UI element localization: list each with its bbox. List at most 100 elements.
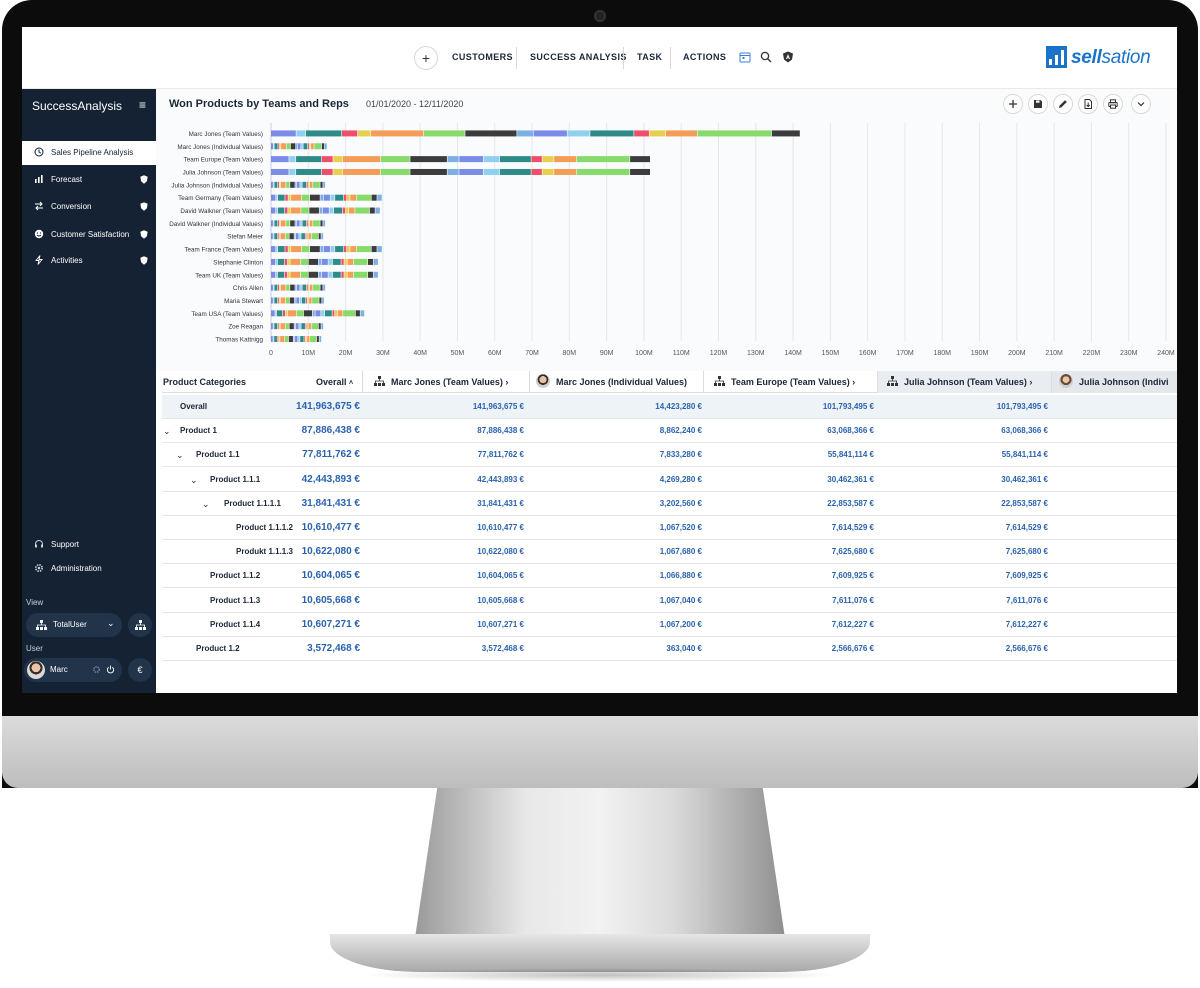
- main-content: Won Products by Teams and Reps 01/01/202…: [156, 89, 1177, 693]
- user-switcher[interactable]: Marc: [24, 658, 122, 682]
- bar-segment: [321, 233, 324, 240]
- bar-segment: [280, 336, 285, 343]
- edit-button[interactable]: [1053, 94, 1073, 114]
- bar-segment: [298, 336, 300, 343]
- avatar: [536, 374, 550, 388]
- print-button[interactable]: [1103, 94, 1123, 114]
- chevron-down-icon[interactable]: ⌄: [190, 468, 198, 492]
- currency-button[interactable]: €: [128, 658, 152, 682]
- export-button[interactable]: [1078, 94, 1098, 114]
- cell-value: 7,614,529 €: [1005, 523, 1048, 532]
- bar-segment: [322, 207, 329, 214]
- nav-separator: [670, 47, 671, 69]
- overall-value: 10,610,477 €: [301, 522, 360, 533]
- cell-value: 7,609,925 €: [831, 571, 874, 581]
- header-julia-johnson-team[interactable]: Julia Johnson (Team Values) ›: [878, 371, 1051, 393]
- sidebar-item-conversion[interactable]: Conversion: [22, 195, 156, 219]
- bar-segment: [323, 284, 326, 291]
- bar-segment: [341, 271, 344, 278]
- bar-segment: [323, 194, 330, 201]
- chevron-down-icon: [1137, 102, 1145, 107]
- header-marc-jones-individual[interactable]: Marc Jones (Individual Values): [536, 371, 702, 393]
- add-button[interactable]: [1003, 94, 1023, 114]
- header-julia-johnson-individual[interactable]: Julia Johnson (Indivi: [1052, 371, 1177, 393]
- bar-segment: [318, 233, 321, 240]
- header-team-europe[interactable]: Team Europe (Team Values) ›: [714, 371, 876, 393]
- bar-segment: [286, 181, 290, 188]
- bar-segment: [275, 258, 278, 265]
- view-label: View: [26, 598, 44, 607]
- bar-segment: [277, 297, 279, 304]
- chevron-down-icon[interactable]: ⌄: [176, 443, 184, 467]
- bar-segment: [273, 143, 275, 150]
- settings-icon[interactable]: [92, 665, 101, 674]
- table-row[interactable]: Product 1.1.3 10,605,668 €10,605,668 €1,0…: [162, 589, 1177, 613]
- table-row[interactable]: ⌄ Product 1.1 77,811,762 € 77,811,762 € 7,83…: [162, 443, 1177, 468]
- nav-task[interactable]: TASK: [637, 52, 662, 62]
- chevron-down-icon[interactable]: ⌄: [163, 419, 171, 443]
- nav-actions[interactable]: ACTIONS: [683, 52, 726, 62]
- sidebar-item-forecast[interactable]: Forecast: [22, 168, 156, 192]
- table-row[interactable]: ⌄ Product 1 87,886,438 € 87,886,438 € 8,862,…: [162, 419, 1177, 444]
- bar-segment: [311, 323, 319, 330]
- bar-segment: [275, 310, 277, 317]
- bar-segment: [321, 258, 328, 265]
- nav-customers[interactable]: CUSTOMERS: [452, 52, 513, 62]
- table-row[interactable]: Product 1.1.1.2 10,610,477 €10,610,477 €1…: [162, 516, 1177, 540]
- bar-segment: [305, 336, 307, 343]
- bar-segment: [306, 323, 308, 330]
- table-row[interactable]: Product 1.1.2 10,604,065 €10,604,065 €1,0…: [162, 564, 1177, 589]
- header-marc-jones-team[interactable]: Marc Jones (Team Values) ›: [374, 371, 530, 393]
- sidebar-item-activities[interactable]: Activities: [22, 249, 156, 273]
- table-row[interactable]: ⌄ Product 1.1.1 42,443,893 €42,443,893 €4,…: [162, 468, 1177, 492]
- bar-segment: [291, 246, 302, 253]
- add-button[interactable]: +: [414, 46, 438, 70]
- bar-segment: [299, 323, 301, 330]
- chevron-down-icon[interactable]: ⌄: [202, 492, 210, 516]
- sidebar-item-sales-pipeline-analysis[interactable]: Sales Pipeline Analysis: [22, 141, 156, 165]
- sidebar: SuccessAnalysis ≡ Sales Pipeline Analysi…: [22, 89, 156, 693]
- cell-value: 30,462,361 €: [827, 474, 874, 484]
- more-button[interactable]: [1131, 94, 1151, 114]
- shield-icon[interactable]: [782, 51, 794, 63]
- bar-segment: [277, 207, 285, 214]
- y-category-label: David Walkner (Team Values): [180, 208, 263, 215]
- hierarchy-icon: [134, 620, 146, 630]
- save-button[interactable]: [1028, 94, 1048, 114]
- column-separator: [362, 371, 363, 393]
- sidebar-item-customer-satisfaction[interactable]: Customer Satisfaction: [22, 223, 156, 247]
- calendar-icon[interactable]: [739, 51, 751, 63]
- bar-segment: [276, 194, 278, 201]
- bar-segment: [410, 156, 447, 163]
- bar-segment: [285, 297, 290, 304]
- save-icon: [1034, 100, 1042, 108]
- bar-segment: [355, 207, 370, 214]
- bar-segment: [310, 194, 320, 201]
- bar-segment: [290, 271, 301, 278]
- bar-segment: [300, 181, 302, 188]
- bar-segment: [284, 271, 288, 278]
- nav-success-analysis[interactable]: SUCCESS ANALYSIS: [530, 52, 627, 62]
- table-row[interactable]: Product 1.2 3,572,468 € 3,572,468 € 363,040…: [162, 637, 1177, 661]
- power-icon[interactable]: [106, 665, 115, 674]
- bar-segment: [286, 143, 291, 150]
- bar-segment: [273, 297, 275, 304]
- table-row[interactable]: Product 1.1.4 10,607,271 €10,607,271 €1,0…: [162, 613, 1177, 637]
- sidebar-item-administration[interactable]: Administration: [22, 557, 156, 581]
- header-overall[interactable]: Overall ˄: [316, 371, 353, 393]
- sidebar-item-support[interactable]: Support: [22, 533, 156, 557]
- bar-segment: [320, 194, 324, 201]
- hamburger-menu-icon[interactable]: ≡: [139, 98, 146, 112]
- hierarchy-button[interactable]: [128, 613, 152, 637]
- table-row[interactable]: Produkt 1.1.1.3 10,622,080 €10,622,080 €1…: [162, 540, 1177, 565]
- pencil-icon: [1059, 100, 1067, 108]
- bar-segment: [271, 181, 273, 188]
- view-select[interactable]: TotalUser ⌄: [26, 613, 122, 637]
- bar-segment: [274, 233, 278, 240]
- search-icon[interactable]: [760, 51, 772, 63]
- bar-segment: [630, 156, 651, 163]
- table-row[interactable]: Overall 141,963,675 € 141,963,675 € 14,423,…: [162, 395, 1177, 419]
- header-product-categories[interactable]: Product Categories: [163, 371, 246, 393]
- bar-segment: [280, 284, 286, 291]
- table-row[interactable]: ⌄ Product 1.1.1.1 31,841,431 €31,841,431 €…: [162, 492, 1177, 516]
